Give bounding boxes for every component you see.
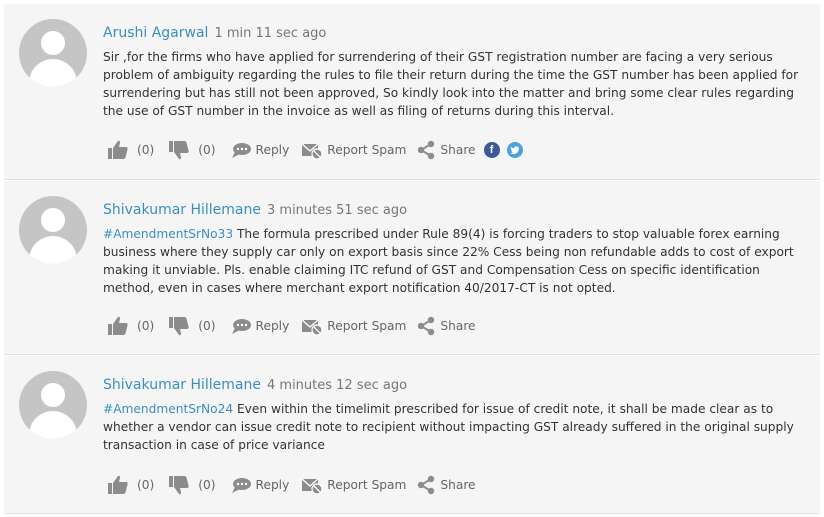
comment-body: Sir ,for the firms who have applied for … bbox=[103, 50, 799, 118]
reply-button[interactable]: Reply bbox=[230, 140, 290, 160]
dislike-count: (0) bbox=[198, 319, 216, 333]
comment-actions: (0) (0) Reply Report Spam Share f bbox=[107, 139, 523, 161]
comment-text: #AmendmentSrNo33 The formula prescribed … bbox=[103, 225, 803, 297]
thumbs-down-icon bbox=[168, 140, 190, 160]
like-button[interactable]: (0) bbox=[107, 316, 168, 336]
share-icon bbox=[416, 140, 436, 160]
share-button[interactable]: Share bbox=[416, 140, 476, 160]
comment-item: Shivakumar Hillemane 4 minutes 12 sec ago… bbox=[4, 356, 820, 514]
comment-text: Sir ,for the firms who have applied for … bbox=[103, 48, 803, 120]
comment-meta: Arushi Agarwal 1 min 11 sec ago bbox=[103, 22, 326, 41]
like-button[interactable]: (0) bbox=[107, 140, 168, 160]
report-spam-button[interactable]: Report Spam bbox=[301, 140, 406, 160]
comment-meta: Shivakumar Hillemane 4 minutes 12 sec ago bbox=[103, 374, 407, 393]
like-count: (0) bbox=[137, 478, 155, 492]
like-count: (0) bbox=[137, 319, 155, 333]
report-spam-label: Report Spam bbox=[327, 143, 407, 157]
comment-author[interactable]: Arushi Agarwal bbox=[103, 25, 208, 41]
thumbs-up-icon bbox=[107, 316, 129, 336]
reply-button[interactable]: Reply bbox=[230, 316, 290, 336]
report-spam-label: Report Spam bbox=[327, 319, 407, 333]
share-button[interactable]: Share bbox=[416, 475, 476, 495]
chat-bubble-icon bbox=[230, 140, 252, 160]
envelope-icon bbox=[301, 475, 323, 495]
comment-meta: Shivakumar Hillemane 3 minutes 51 sec ago bbox=[103, 199, 407, 218]
reply-label: Reply bbox=[255, 143, 290, 157]
share-button[interactable]: Share bbox=[416, 316, 476, 336]
comment-author[interactable]: Shivakumar Hillemane bbox=[103, 202, 261, 218]
chat-bubble-icon bbox=[230, 475, 252, 495]
share-icon bbox=[416, 316, 436, 336]
dislike-count: (0) bbox=[198, 478, 216, 492]
like-button[interactable]: (0) bbox=[107, 475, 168, 495]
reply-button[interactable]: Reply bbox=[230, 475, 290, 495]
share-label: Share bbox=[440, 478, 476, 492]
comment-time: 1 min 11 sec ago bbox=[214, 26, 327, 41]
thumbs-down-icon bbox=[168, 475, 190, 495]
comment-item: Shivakumar Hillemane 3 minutes 51 sec ago… bbox=[4, 181, 820, 355]
report-spam-button[interactable]: Report Spam bbox=[301, 316, 406, 336]
thumbs-up-icon bbox=[107, 475, 129, 495]
comment-actions: (0) (0) Reply Report Spam Share bbox=[107, 315, 476, 337]
avatar[interactable] bbox=[19, 196, 87, 264]
comment-time: 3 minutes 51 sec ago bbox=[267, 203, 408, 218]
reply-label: Reply bbox=[255, 319, 290, 333]
reply-label: Reply bbox=[255, 478, 290, 492]
envelope-icon bbox=[301, 316, 323, 336]
comment-actions: (0) (0) Reply Report Spam Share bbox=[107, 474, 476, 496]
report-spam-button[interactable]: Report Spam bbox=[301, 475, 406, 495]
facebook-icon[interactable]: f bbox=[483, 142, 500, 158]
thumbs-up-icon bbox=[107, 140, 129, 160]
share-icon bbox=[416, 475, 436, 495]
comment-time: 4 minutes 12 sec ago bbox=[267, 378, 408, 393]
dislike-button[interactable]: (0) bbox=[168, 316, 229, 336]
like-count: (0) bbox=[137, 143, 155, 157]
comment-text: #AmendmentSrNo24 Even within the timelim… bbox=[103, 400, 803, 454]
share-label: Share bbox=[440, 143, 476, 157]
envelope-icon bbox=[301, 140, 323, 160]
thumbs-down-icon bbox=[168, 316, 190, 336]
comment-hashtag[interactable]: #AmendmentSrNo24 bbox=[103, 402, 233, 416]
avatar[interactable] bbox=[19, 371, 87, 439]
twitter-icon[interactable] bbox=[506, 142, 523, 158]
dislike-button[interactable]: (0) bbox=[168, 140, 229, 160]
comment-author[interactable]: Shivakumar Hillemane bbox=[103, 377, 261, 393]
comment-item: Arushi Agarwal 1 min 11 sec ago Sir ,for … bbox=[4, 4, 820, 180]
avatar[interactable] bbox=[19, 19, 87, 87]
report-spam-label: Report Spam bbox=[327, 478, 407, 492]
share-label: Share bbox=[440, 319, 476, 333]
dislike-button[interactable]: (0) bbox=[168, 475, 229, 495]
chat-bubble-icon bbox=[230, 316, 252, 336]
comment-hashtag[interactable]: #AmendmentSrNo33 bbox=[103, 227, 233, 241]
dislike-count: (0) bbox=[198, 143, 216, 157]
